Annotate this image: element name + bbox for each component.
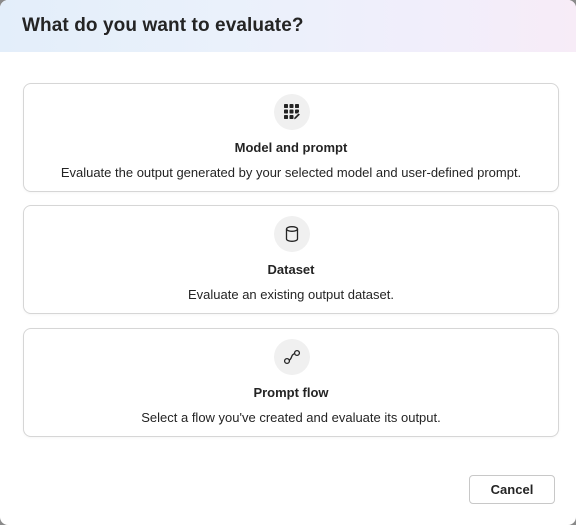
option-description: Select a flow you've created and evaluat…: [141, 410, 441, 425]
table-edit-icon: [274, 94, 310, 130]
option-title: Model and prompt: [234, 140, 348, 155]
option-title: Dataset: [267, 262, 315, 277]
option-prompt-flow[interactable]: Prompt flow Select a flow you've created…: [23, 328, 559, 437]
flow-icon: [274, 339, 310, 375]
option-description: Evaluate the output generated by your se…: [60, 165, 522, 180]
option-dataset[interactable]: Dataset Evaluate an existing output data…: [23, 205, 559, 314]
cancel-button[interactable]: Cancel: [469, 475, 555, 504]
option-title: Prompt flow: [253, 385, 329, 400]
option-model-and-prompt[interactable]: Model and prompt Evaluate the output gen…: [23, 83, 559, 192]
database-icon: [274, 216, 310, 252]
option-description: Evaluate an existing output dataset.: [188, 287, 394, 302]
evaluate-dialog: What do you want to evaluate? Model and …: [0, 0, 576, 525]
dialog-title: What do you want to evaluate?: [22, 15, 304, 36]
dialog-header: What do you want to evaluate?: [0, 0, 576, 52]
